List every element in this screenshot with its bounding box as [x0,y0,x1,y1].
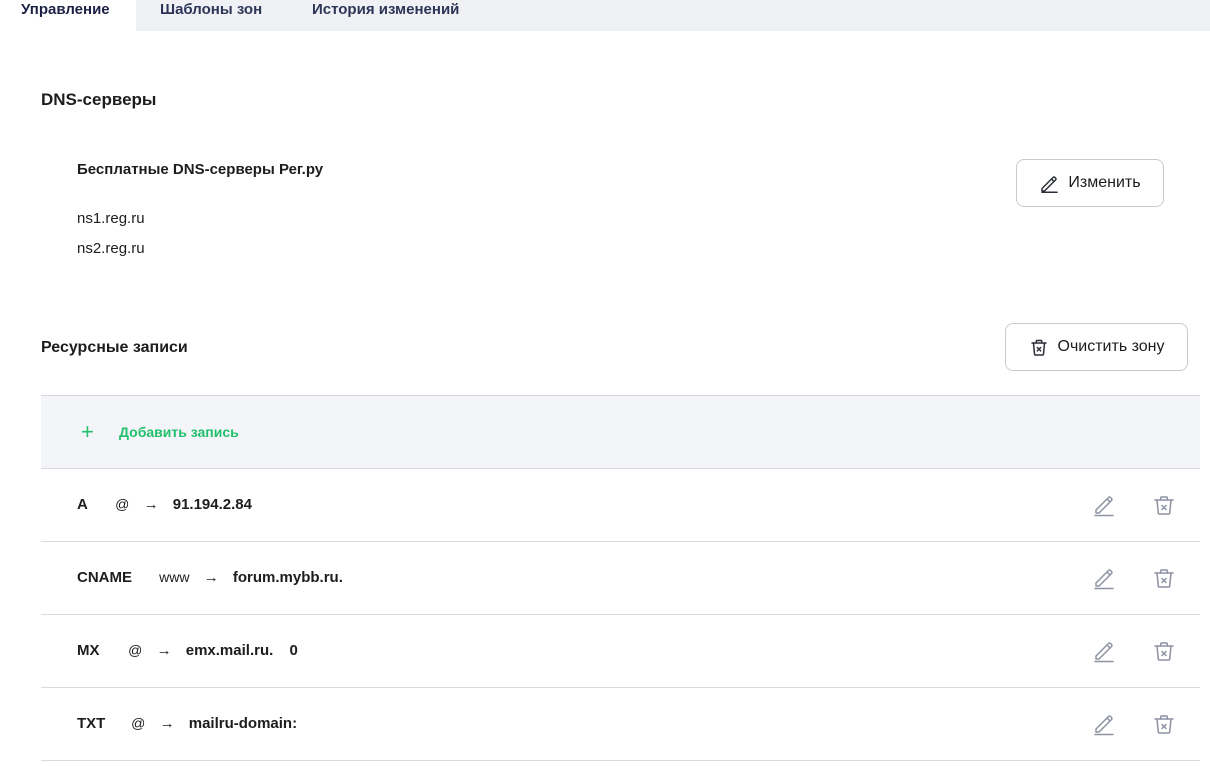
arrow-right-icon: → [203,569,219,586]
records-table: + Добавить запись A @ → 91.194.2.84 CNAM… [41,395,1200,761]
add-record-button[interactable]: + Добавить запись [41,396,1200,469]
tab-bar: Управление Шаблоны зон История изменений [0,0,1210,31]
arrow-right-icon: → [156,642,172,659]
record-value: mailru-domain: [188,715,298,732]
record-name: @ [131,715,146,731]
clear-zone-button[interactable]: Очистить зону [1005,323,1188,371]
add-record-label: Добавить запись [119,424,239,440]
clear-zone-label: Очистить зону [1057,338,1165,355]
table-row: MX @ → emx.mail.ru. 0 [41,615,1200,688]
record-type: A [77,496,88,513]
pencil-icon[interactable] [1092,639,1116,663]
record-priority: 0 [289,642,298,659]
record-value: emx.mail.ru. [185,642,274,659]
record-name: www [159,569,190,585]
record-type: TXT [77,715,106,732]
change-dns-button[interactable]: Изменить [1016,159,1164,207]
ns-server-2: ns2.reg.ru [77,240,145,257]
dns-servers-title: DNS-серверы [41,90,157,109]
trash-icon[interactable] [1152,712,1176,736]
trash-icon[interactable] [1152,493,1176,517]
trash-icon[interactable] [1152,639,1176,663]
trash-icon[interactable] [1152,566,1176,590]
arrow-right-icon: → [143,496,159,513]
table-row: CNAME www → forum.mybb.ru. [41,542,1200,615]
resource-records-title: Ресурсные записи [41,339,188,356]
ns-server-1: ns1.reg.ru [77,210,145,227]
plus-icon: + [81,419,94,444]
trash-icon [1030,339,1047,356]
record-type: CNAME [77,569,132,586]
arrow-right-icon: → [159,715,175,732]
tab-zone-templates[interactable]: Шаблоны зон [160,0,262,31]
record-value: forum.mybb.ru. [232,569,343,586]
change-dns-label: Изменить [1068,174,1141,191]
pencil-icon[interactable] [1092,712,1116,736]
table-row: TXT @ → mailru-domain: [41,688,1200,761]
tab-change-history[interactable]: История изменений [312,0,459,31]
record-type: MX [77,642,100,659]
table-row: A @ → 91.194.2.84 [41,469,1200,542]
record-name: @ [115,496,130,512]
tab-management[interactable]: Управление [0,0,136,31]
pencil-icon[interactable] [1092,566,1116,590]
dns-block-title: Бесплатные DNS-серверы Рег.ру [77,161,324,178]
pencil-icon[interactable] [1092,493,1116,517]
record-value: 91.194.2.84 [172,496,252,513]
record-name: @ [128,642,143,658]
pencil-icon [1041,176,1059,193]
